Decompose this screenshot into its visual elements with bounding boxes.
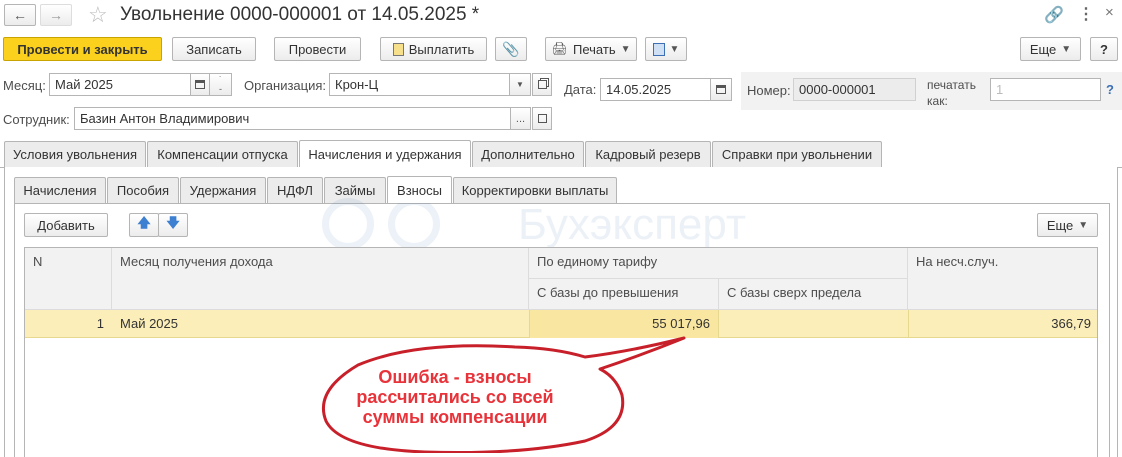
related-documents-button[interactable]: ▼	[645, 37, 687, 61]
open-form-icon	[537, 114, 547, 123]
organization-open-button[interactable]	[532, 73, 552, 96]
subtab-accruals[interactable]: Начисления	[14, 177, 106, 203]
print-as-field[interactable]: 1	[990, 78, 1101, 101]
chevron-down-icon: ▼	[620, 43, 631, 55]
cell-n: 1	[96, 316, 104, 331]
documents-icon	[652, 42, 665, 56]
callout-text: Ошибка - взносы рассчитались со всей сум…	[330, 367, 580, 427]
number-label: Номер:	[747, 83, 791, 98]
arrow-up-icon: 🡅	[137, 215, 151, 230]
post-and-close-button[interactable]: Провести и закрыть	[3, 37, 162, 61]
column-header-accident[interactable]: На несч.случ.	[908, 248, 1097, 310]
more-vertical-icon[interactable]: ⋮	[1078, 4, 1094, 24]
employee-open-button[interactable]	[532, 107, 552, 130]
month-field[interactable]: Май 2025	[49, 73, 191, 96]
employee-label: Сотрудник:	[3, 112, 70, 127]
date-field[interactable]: 14.05.2025	[600, 78, 711, 101]
callout-line2: рассчитались со всей	[356, 387, 554, 407]
column-group-single-tariff: По единому тарифу	[529, 248, 908, 279]
add-button[interactable]: Добавить	[24, 213, 108, 237]
move-down-button[interactable]: 🡇	[158, 213, 188, 237]
arrow-right-icon: →	[49, 7, 63, 23]
employee-select-button[interactable]: ...	[510, 107, 531, 130]
date-label: Дата:	[564, 82, 597, 97]
print-as-label-line1: печатать	[927, 78, 976, 92]
table-row[interactable]: 1 Май 2025 55 017,96 366,79	[25, 310, 1097, 338]
open-form-icon	[537, 80, 547, 89]
favorite-star-icon[interactable]: ☆	[88, 2, 108, 28]
cell-income-month: Май 2025	[120, 316, 178, 331]
subtab-deductions[interactable]: Удержания	[180, 177, 266, 203]
column-header-n[interactable]: N	[25, 248, 112, 310]
watermark-emblem-icon	[322, 198, 374, 250]
document-icon	[392, 42, 404, 56]
close-icon[interactable]: ×	[1105, 4, 1114, 21]
forward-button[interactable]: →	[40, 4, 72, 26]
ellipsis-icon: ...	[515, 112, 526, 125]
column-header-below-limit[interactable]: С базы до превышения	[529, 279, 719, 310]
print-as-help-link[interactable]: ?	[1106, 82, 1114, 97]
calendar-button[interactable]	[190, 73, 210, 96]
print-button[interactable]: 🖨 Печать ▼	[545, 37, 637, 61]
date-calendar-button[interactable]	[710, 78, 732, 101]
callout-line3: суммы компенсации	[362, 407, 548, 427]
help-button[interactable]: ?	[1090, 37, 1118, 61]
organization-field[interactable]: Крон-Ц	[329, 73, 510, 96]
save-button[interactable]: Записать	[172, 37, 256, 61]
column-header-income-month[interactable]: Месяц получения дохода	[112, 248, 529, 310]
chevron-down-icon: ▼	[669, 43, 680, 55]
subtab-contributions[interactable]: Взносы	[387, 176, 452, 203]
watermark-emblem-icon	[388, 198, 440, 250]
chevron-down-icon: ▼	[516, 80, 524, 89]
title-bar: ← → ☆ Увольнение 0000-000001 от 14.05.20…	[0, 0, 1122, 30]
attach-button[interactable]: 📎	[495, 37, 527, 61]
cell-above-limit	[719, 310, 908, 338]
move-up-button[interactable]: 🡅	[129, 213, 159, 237]
back-button[interactable]: ←	[4, 4, 36, 26]
tab-accruals-deductions[interactable]: Начисления и удержания	[299, 140, 471, 167]
table-more-button[interactable]: Еще ▼	[1037, 213, 1098, 237]
tab-vacation-compensation[interactable]: Компенсации отпуска	[147, 141, 298, 167]
tab-additional[interactable]: Дополнительно	[472, 141, 584, 167]
arrow-down-icon: 🡇	[166, 215, 180, 230]
stepper-down-icon[interactable]: -	[219, 84, 222, 94]
organization-label: Организация:	[244, 78, 327, 93]
post-button[interactable]: Провести	[274, 37, 361, 61]
cell-below-limit: 55 017,96	[529, 310, 719, 338]
link-icon[interactable]: 🔗	[1044, 5, 1064, 25]
cell-accident: 366,79	[908, 310, 1097, 338]
paperclip-icon: 📎	[502, 40, 520, 57]
tab-personnel-reserve[interactable]: Кадровый резерв	[585, 141, 711, 167]
window-title: Увольнение 0000-000001 от 14.05.2025 *	[120, 4, 480, 25]
tab-dismissal-conditions[interactable]: Условия увольнения	[4, 141, 146, 167]
tab-dismissal-certificates[interactable]: Справки при увольнении	[712, 141, 882, 167]
watermark-logo: Бухэксперт	[318, 196, 804, 254]
printer-icon: 🖨	[551, 41, 568, 56]
chevron-down-icon: ▼	[1061, 43, 1072, 55]
callout-line1: Ошибка - взносы	[378, 367, 532, 387]
employee-field[interactable]: Базин Антон Владимирович	[74, 107, 511, 130]
pay-button[interactable]: Выплатить	[380, 37, 487, 61]
calendar-icon	[195, 80, 205, 89]
watermark-text: Бухэксперт	[518, 200, 747, 249]
chevron-down-icon: ▼	[1078, 219, 1089, 231]
print-as-label-line2: как:	[927, 94, 948, 108]
organization-dropdown-button[interactable]: ▼	[509, 73, 531, 96]
number-field[interactable]: 0000-000001	[793, 78, 916, 101]
more-button[interactable]: Еще ▼	[1020, 37, 1081, 61]
subtab-ndfl[interactable]: НДФЛ	[267, 177, 323, 203]
arrow-left-icon: ←	[13, 7, 27, 23]
column-header-above-limit[interactable]: С базы сверх предела	[719, 279, 908, 310]
month-stepper[interactable]: ˙ -	[209, 73, 232, 96]
subtab-benefits[interactable]: Пособия	[107, 177, 179, 203]
month-label: Месяц:	[3, 78, 46, 93]
calendar-icon	[716, 85, 726, 94]
